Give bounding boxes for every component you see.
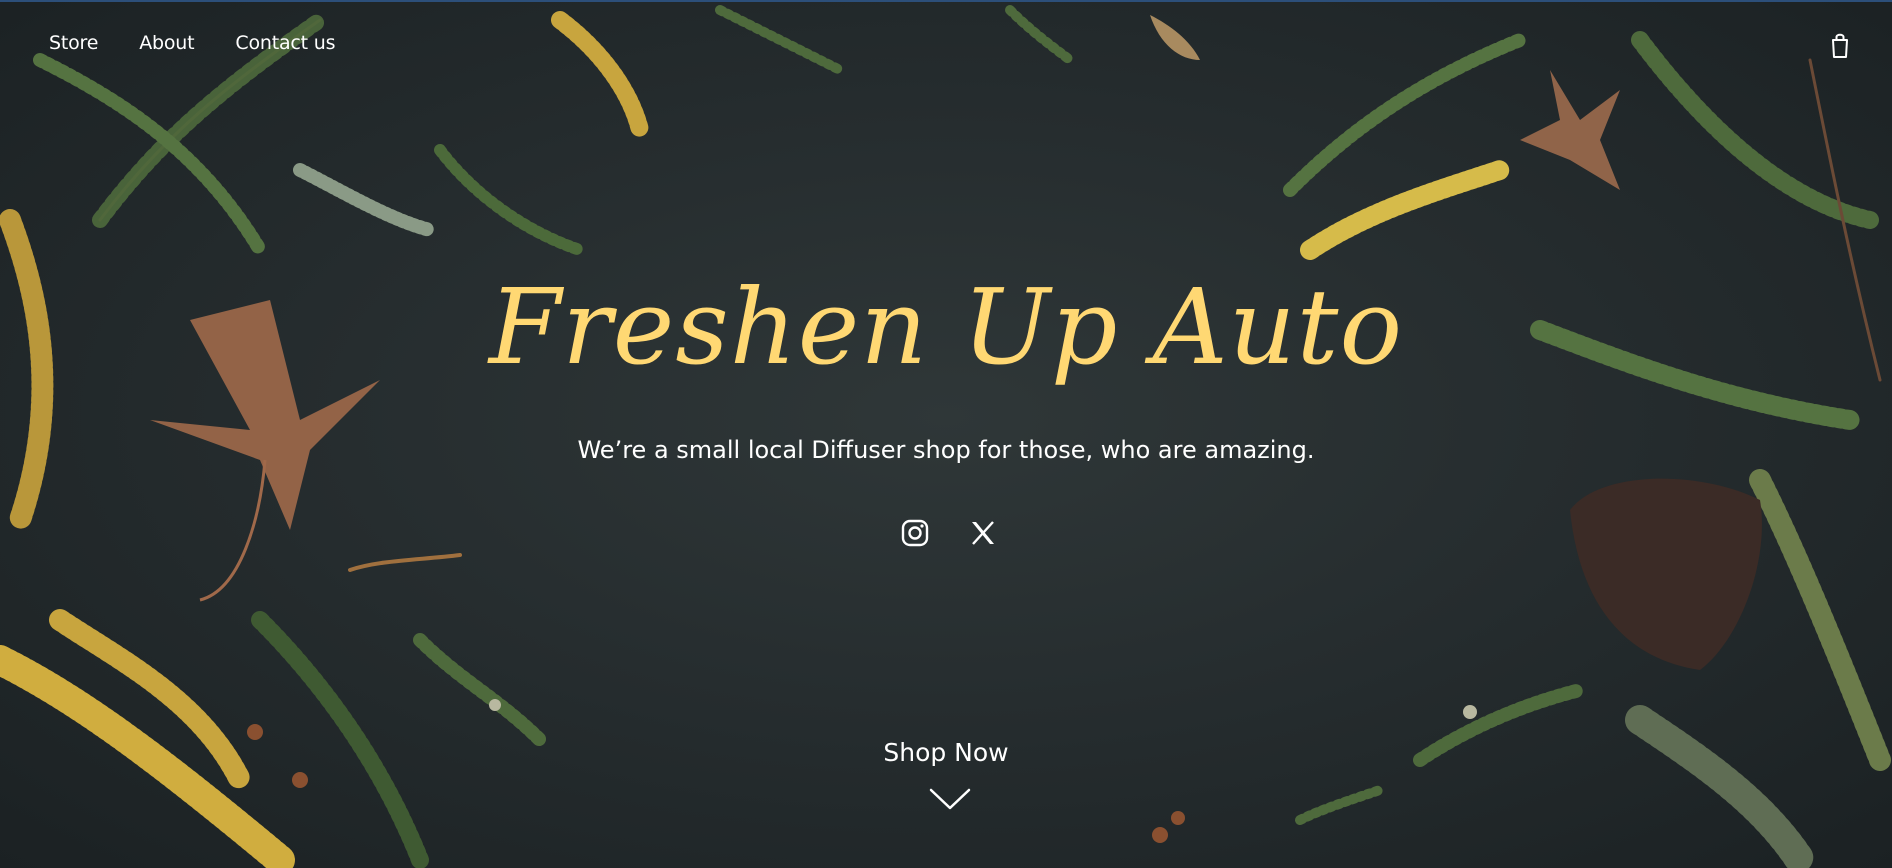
shop-now-label[interactable]: Shop Now — [883, 738, 1008, 767]
shop-now-link: Shop Now — [0, 738, 1892, 767]
nav-item-about[interactable]: About — [139, 32, 194, 54]
hero-tagline: We’re a small local Diffuser shop for th… — [577, 436, 1315, 464]
chevron-down-icon[interactable] — [929, 787, 971, 811]
nav-item-store[interactable]: Store — [49, 32, 98, 54]
hero-title: Freshen Up Auto — [488, 266, 1404, 388]
nav-item-contact[interactable]: Contact us — [235, 32, 335, 54]
main-nav: Store About Contact us — [49, 32, 376, 54]
hero-section: Store About Contact us Freshen Up Auto W… — [0, 0, 1892, 868]
x-twitter-icon[interactable] — [968, 518, 998, 548]
shopping-bag-icon[interactable] — [1829, 31, 1851, 59]
instagram-icon[interactable] — [900, 518, 930, 548]
